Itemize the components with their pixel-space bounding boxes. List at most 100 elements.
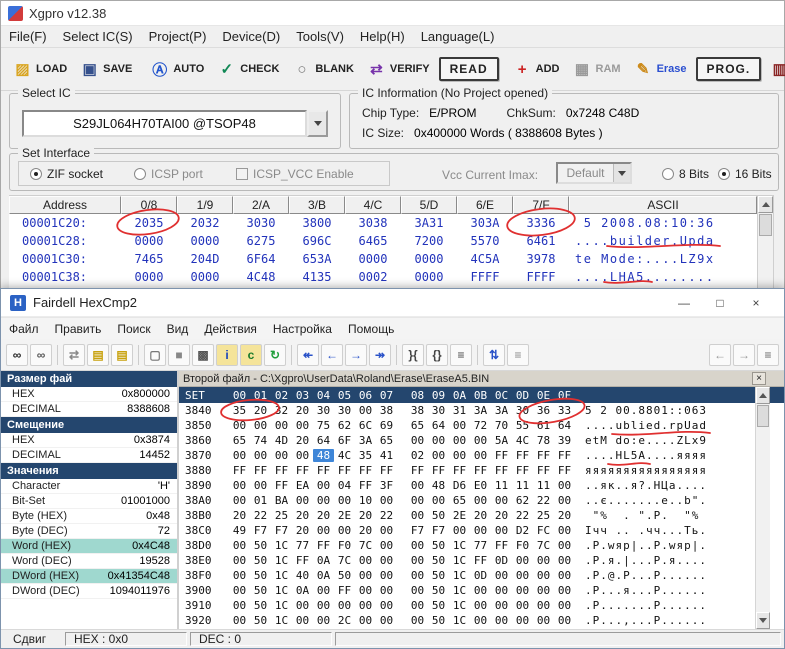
- xgpro-menu-item-6[interactable]: Language(L): [413, 27, 503, 46]
- hex-word[interactable]: FFFF: [457, 270, 513, 284]
- grid-byte[interactable]: 00: [229, 494, 250, 507]
- grid-byte[interactable]: 22: [376, 509, 397, 522]
- xgpro-menu-item-2[interactable]: Project(P): [141, 27, 215, 46]
- grid-byte[interactable]: FF: [250, 464, 271, 477]
- grid-byte[interactable]: 00: [271, 419, 292, 432]
- grid-byte[interactable]: 00: [292, 599, 313, 612]
- hex-word[interactable]: 0000: [121, 270, 177, 284]
- grid-byte[interactable]: 00: [376, 599, 397, 612]
- hexcmp-menu-item-6[interactable]: Помощь: [340, 320, 402, 338]
- grid-byte[interactable]: 39: [554, 434, 575, 447]
- hex-word[interactable]: 0000: [177, 270, 233, 284]
- grid-byte[interactable]: 20: [292, 404, 313, 417]
- grid-byte[interactable]: 00: [407, 434, 428, 447]
- grid-byte[interactable]: 30: [428, 404, 449, 417]
- hex-word[interactable]: 0000: [345, 252, 401, 266]
- grid-byte[interactable]: 00: [449, 524, 470, 537]
- grid-byte[interactable]: 4C: [512, 434, 533, 447]
- grid-byte[interactable]: 41: [376, 449, 397, 462]
- grid-byte[interactable]: 00: [229, 584, 250, 597]
- grid-byte[interactable]: FF: [512, 464, 533, 477]
- grid-byte[interactable]: 00: [250, 419, 271, 432]
- grid-byte[interactable]: 00: [334, 524, 355, 537]
- grid-byte[interactable]: FF: [491, 539, 512, 552]
- grid-byte[interactable]: 40: [292, 569, 313, 582]
- grid-byte[interactable]: 7C: [533, 539, 554, 552]
- hex-word[interactable]: 653A: [289, 252, 345, 266]
- grid-byte[interactable]: 00: [313, 524, 334, 537]
- grid-byte[interactable]: 7C: [334, 554, 355, 567]
- grid-byte[interactable]: 00: [512, 614, 533, 627]
- grid-byte[interactable]: 75: [313, 419, 334, 432]
- grid-byte[interactable]: 50: [334, 569, 355, 582]
- grid-byte[interactable]: 50: [250, 554, 271, 567]
- panel-row[interactable]: DECIMAL8388608: [1, 402, 177, 417]
- grid-byte[interactable]: 36: [533, 404, 554, 417]
- grid-byte[interactable]: FF: [313, 539, 334, 552]
- grid-byte[interactable]: 22: [250, 509, 271, 522]
- hex-word[interactable]: 6F64: [233, 252, 289, 266]
- grid-byte[interactable]: 00: [449, 434, 470, 447]
- add-button[interactable]: +ADD: [509, 58, 564, 81]
- blank-button[interactable]: ○BLANK: [288, 58, 358, 81]
- block-start-icon[interactable]: }{: [402, 344, 424, 366]
- grid-byte[interactable]: 00: [376, 494, 397, 507]
- grid-byte[interactable]: 00: [428, 434, 449, 447]
- grid-byte[interactable]: 00: [250, 449, 271, 462]
- grid-byte[interactable]: FF: [554, 464, 575, 477]
- grid-byte[interactable]: 25: [271, 509, 292, 522]
- grid-byte[interactable]: 00: [229, 419, 250, 432]
- grid-byte[interactable]: 00: [407, 584, 428, 597]
- goto-prev-icon[interactable]: ←: [709, 344, 731, 366]
- auto-button[interactable]: ⒶAUTO: [146, 58, 208, 81]
- grid-byte[interactable]: F7: [407, 524, 428, 537]
- grid-byte[interactable]: 0A: [313, 554, 334, 567]
- grid-byte[interactable]: FF: [271, 479, 292, 492]
- grid-byte[interactable]: 0A: [313, 569, 334, 582]
- grid-byte[interactable]: 20: [355, 509, 376, 522]
- grid-byte[interactable]: 02: [407, 449, 428, 462]
- grid-byte[interactable]: 4D: [271, 434, 292, 447]
- grid-byte[interactable]: 65: [229, 434, 250, 447]
- grid-byte[interactable]: 00: [229, 569, 250, 582]
- grid-byte[interactable]: FF: [470, 464, 491, 477]
- panel-row[interactable]: Bit-Set01001000: [1, 494, 177, 509]
- grid-byte[interactable]: 00: [376, 524, 397, 537]
- verify-button[interactable]: ⇄VERIFY: [363, 58, 434, 81]
- hex-word[interactable]: 303A: [457, 216, 513, 230]
- grid-byte[interactable]: 00: [512, 599, 533, 612]
- grid-byte[interactable]: 04: [334, 479, 355, 492]
- grid-byte[interactable]: 30: [512, 404, 533, 417]
- grid-byte[interactable]: 00: [292, 449, 313, 462]
- sync-scroll-icon[interactable]: ⇅: [483, 344, 505, 366]
- bits-16-radio[interactable]: 16 Bits: [718, 167, 772, 181]
- save-button[interactable]: ▣SAVE: [76, 58, 136, 81]
- hex-word[interactable]: 6275: [233, 234, 289, 248]
- hexcmp-menu-item-5[interactable]: Настройка: [265, 320, 340, 338]
- grid-byte[interactable]: 00: [491, 584, 512, 597]
- options-icon[interactable]: ▩: [192, 344, 214, 366]
- grid-byte[interactable]: F0: [334, 539, 355, 552]
- grid-byte[interactable]: 50: [428, 584, 449, 597]
- panel-row[interactable]: Byte (DEC)72: [1, 524, 177, 539]
- grid-byte[interactable]: 22: [533, 494, 554, 507]
- grid-byte[interactable]: 00: [355, 569, 376, 582]
- grid-byte[interactable]: 00: [355, 404, 376, 417]
- close-files-icon[interactable]: ▢: [144, 344, 166, 366]
- grid-byte[interactable]: 00: [470, 524, 491, 537]
- minimize-button[interactable]: —: [666, 289, 702, 317]
- grid-byte[interactable]: 00: [355, 614, 376, 627]
- grid-byte[interactable]: FF: [271, 464, 292, 477]
- grid-byte[interactable]: 00: [554, 599, 575, 612]
- grid-byte[interactable]: 20: [292, 509, 313, 522]
- maximize-button[interactable]: □: [702, 289, 738, 317]
- grid-byte[interactable]: 00: [229, 554, 250, 567]
- grid-byte[interactable]: 00: [470, 614, 491, 627]
- grid-byte[interactable]: 00: [376, 584, 397, 597]
- grid-byte[interactable]: 50: [250, 614, 271, 627]
- grid-byte[interactable]: 50: [428, 509, 449, 522]
- grid-byte[interactable]: 00: [229, 599, 250, 612]
- grid-byte[interactable]: 20: [292, 434, 313, 447]
- grid-byte[interactable]: 22: [512, 509, 533, 522]
- grid-byte[interactable]: 50: [428, 599, 449, 612]
